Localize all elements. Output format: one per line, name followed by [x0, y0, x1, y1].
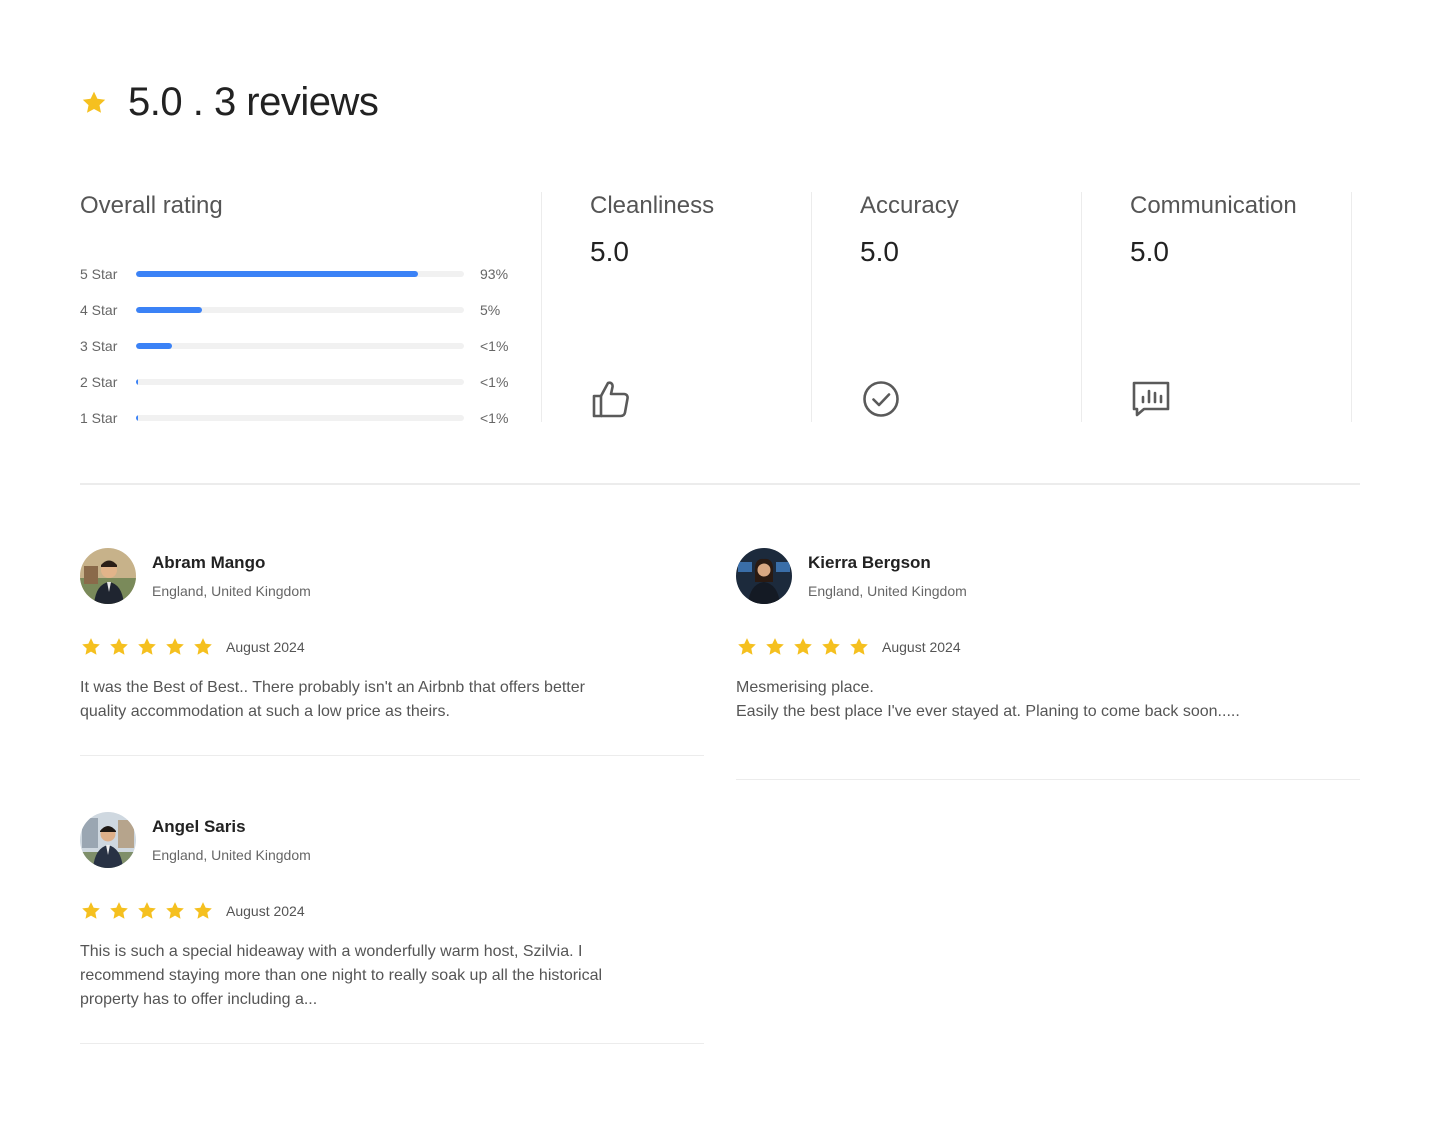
review-text: This is such a special hideaway with a w… [80, 943, 603, 1008]
avatar [80, 812, 136, 868]
reviewer-name: Kierra Bergson [808, 553, 931, 572]
rating-bar-fill [136, 271, 418, 277]
thumbs-up-icon [592, 381, 629, 418]
star-icon [820, 636, 842, 658]
rating-bar-percent: <1% [480, 338, 509, 354]
rating-bar-row: 5 Star 93% [80, 256, 520, 292]
review-text: It was the Best of Best.. There probably… [80, 679, 585, 720]
star-icon [164, 636, 186, 658]
rating-bar-label: 1 Star [80, 410, 118, 426]
star-icon [164, 900, 186, 922]
category-name: Accuracy [860, 192, 959, 219]
review-date: August 2024 [226, 903, 305, 919]
rating-bar-track [136, 271, 464, 277]
review-meta: August 2024 [736, 636, 1360, 658]
rating-bar-track [136, 307, 464, 313]
rating-bar-track [136, 343, 464, 349]
review-card: Kierra Bergson England, United Kingdom A… [736, 548, 1360, 780]
rating-bar-label: 3 Star [80, 338, 118, 354]
star-icon [108, 900, 130, 922]
avatar-photo [736, 548, 792, 604]
category-score: 5.0 [1130, 236, 1169, 267]
rating-bar-track [136, 415, 464, 421]
star-icon [136, 900, 158, 922]
chat-chart-icon [1132, 381, 1170, 417]
overall-rating-heading: Overall rating [80, 192, 223, 219]
rating-bar-fill [136, 307, 202, 313]
rating-bar-row: 4 Star 5% [80, 292, 520, 328]
review-date: August 2024 [882, 639, 961, 655]
rating-bar-fill [136, 343, 172, 349]
rating-bar-label: 4 Star [80, 302, 118, 318]
star-icon [80, 636, 102, 658]
review-date: August 2024 [226, 639, 305, 655]
rating-summary-title: 5.0 . 3 reviews [128, 80, 379, 124]
review-card: Abram Mango England, United Kingdom Augu… [80, 548, 704, 756]
star-icon [764, 636, 786, 658]
review-header: Abram Mango England, United Kingdom [80, 548, 704, 604]
rating-bar-percent: <1% [480, 374, 509, 390]
ratings-breakdown: Overall rating 5 Star 93% 4 Star 5% 3 St… [80, 192, 1352, 426]
category-name: Cleanliness [590, 192, 715, 219]
review-header: Angel Saris England, United Kingdom [80, 812, 704, 868]
category-name: Communication [1130, 192, 1297, 219]
star-icon [848, 636, 870, 658]
avatar [80, 548, 136, 604]
rating-bars: 5 Star 93% 4 Star 5% 3 Star <1% 2 Star <… [80, 256, 520, 436]
rating-bar-fill [136, 379, 138, 385]
reviewer-name: Abram Mango [152, 553, 266, 572]
rating-bar-percent: 93% [480, 266, 509, 282]
rating-bar-percent: <1% [480, 410, 509, 426]
check-circle-icon [863, 381, 899, 417]
star-icon [136, 636, 158, 658]
reviewer-name: Angel Saris [152, 817, 246, 836]
avatar-photo [80, 548, 136, 604]
review-meta: August 2024 [80, 900, 704, 922]
star-icon [108, 636, 130, 658]
star-icon [792, 636, 814, 658]
star-icon [192, 636, 214, 658]
review-header: Kierra Bergson England, United Kingdom [736, 548, 1360, 604]
rating-bar-percent: 5% [480, 302, 501, 318]
reviewer-location: England, United Kingdom [152, 583, 311, 599]
overall-rating-panel: Overall rating 5 Star 93% 4 Star 5% 3 St… [80, 192, 542, 426]
category-score: 5.0 [590, 236, 629, 267]
category-cleanliness: Cleanliness 5.0 [542, 192, 812, 422]
rating-bar-label: 5 Star [80, 266, 118, 282]
review-meta: August 2024 [80, 636, 704, 658]
rating-bar-label: 2 Star [80, 374, 118, 390]
star-icon [80, 89, 108, 117]
rating-bar-fill [136, 415, 138, 421]
avatar-photo [80, 812, 136, 868]
section-divider [80, 483, 1360, 485]
rating-bar-row: 3 Star <1% [80, 328, 520, 364]
star-icon [736, 636, 758, 658]
category-accuracy: Accuracy 5.0 [812, 192, 1082, 422]
star-icon [80, 900, 102, 922]
avatar [736, 548, 792, 604]
category-communication: Communication 5.0 [1082, 192, 1352, 422]
reviewer-location: England, United Kingdom [152, 847, 311, 863]
review-text: Mesmerising place. Easily the best place… [736, 679, 1240, 720]
rating-bar-row: 2 Star <1% [80, 364, 520, 400]
rating-summary: 5.0 . 3 reviews [80, 80, 379, 125]
rating-bar-track [136, 379, 464, 385]
star-icon [192, 900, 214, 922]
reviewer-location: England, United Kingdom [808, 583, 967, 599]
rating-bar-row: 1 Star <1% [80, 400, 520, 436]
category-score: 5.0 [860, 236, 899, 267]
review-card: Angel Saris England, United Kingdom Augu… [80, 812, 704, 1044]
